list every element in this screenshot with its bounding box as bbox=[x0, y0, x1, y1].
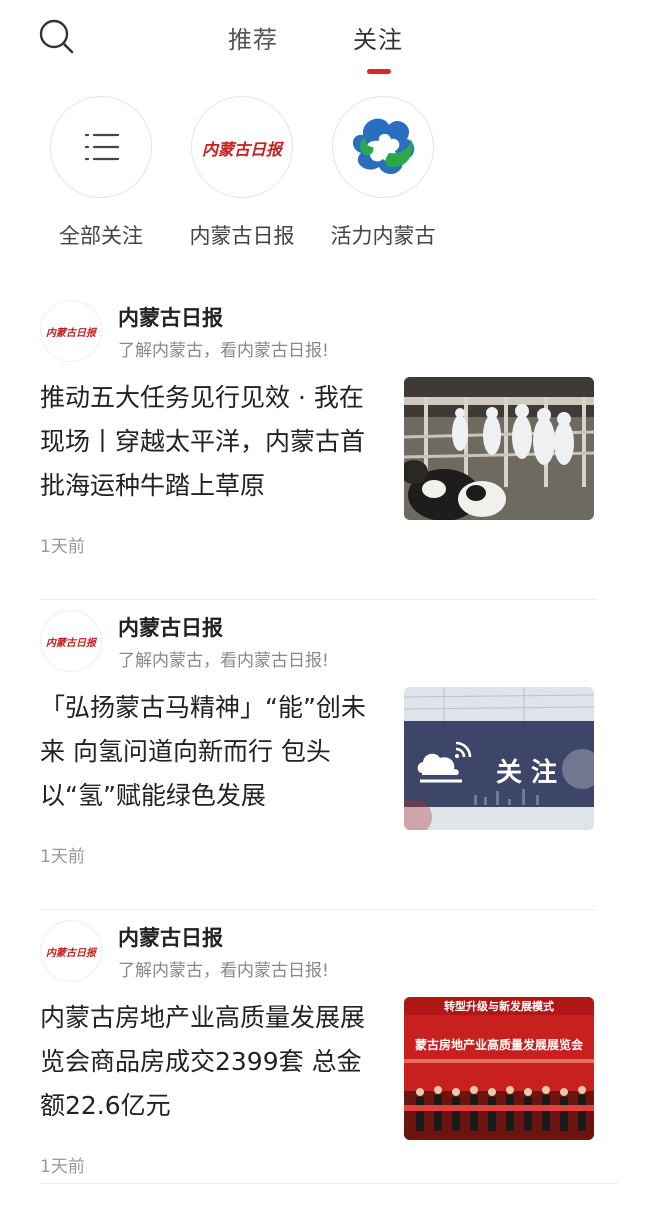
svg-text:转型升级与新发展模式: 转型升级与新发展模式 bbox=[444, 999, 554, 1013]
article-timestamp: 1天前 bbox=[40, 1157, 85, 1177]
cloud-logo-icon bbox=[343, 107, 423, 187]
svg-text:内蒙古日报: 内蒙古日报 bbox=[46, 327, 98, 339]
follow-promo-image: 关 注 bbox=[404, 687, 594, 830]
nmg-daily-logo: 内蒙古日报 bbox=[202, 140, 284, 159]
followed-nmg-daily[interactable]: 内蒙古日报 内蒙古日报 bbox=[172, 96, 312, 250]
feed-card[interactable]: 内蒙古日报 内蒙古日报 了解内蒙古，看内蒙古日报! 推动五大任务见行见效 · 我… bbox=[40, 290, 596, 600]
active-tab-indicator bbox=[367, 69, 391, 74]
source-description: 了解内蒙古，看内蒙古日报! bbox=[118, 341, 329, 361]
followed-all-label: 全部关注 bbox=[59, 224, 143, 248]
list-icon bbox=[84, 133, 120, 161]
article-timestamp: 1天前 bbox=[40, 847, 85, 867]
tab-recommend[interactable]: 推荐 bbox=[228, 20, 278, 55]
followed-vibrant-nmg[interactable]: 活力内蒙古 bbox=[313, 96, 453, 250]
tab-following[interactable]: 关注 bbox=[353, 20, 403, 55]
svg-text:蒙古房地产业高质量发展展览会: 蒙古房地产业高质量发展展览会 bbox=[415, 1037, 584, 1052]
source-description: 了解内蒙古，看内蒙古日报! bbox=[118, 651, 329, 671]
article-headline-text: 「弘扬蒙古马精神」“能”创未来 向氢问道向新而行 包头以“氢”赋能绿色发展 bbox=[40, 693, 366, 810]
nmg-daily-logo: 内蒙古日报 bbox=[46, 947, 98, 959]
article-timestamp: 1天前 bbox=[40, 537, 85, 557]
article-thumbnail[interactable] bbox=[404, 377, 594, 520]
followed-sources-row: 全部关注 内蒙古日报 内蒙古日报 活力内蒙古 bbox=[0, 96, 658, 266]
nmg-daily-logo: 内蒙古日报 bbox=[46, 327, 98, 339]
top-bar: 推荐 关注 bbox=[0, 0, 658, 86]
article-headline-text: 推动五大任务见行见效 · 我在现场丨穿越太平洋，内蒙古首批海运种牛踏上草原 bbox=[40, 383, 366, 500]
article-headline[interactable]: 推动五大任务见行见效 · 我在现场丨穿越太平洋，内蒙古首批海运种牛踏上草原 bbox=[40, 376, 382, 508]
feed-list: 内蒙古日报 内蒙古日报 了解内蒙古，看内蒙古日报! 推动五大任务见行见效 · 我… bbox=[40, 290, 596, 1219]
vibrant-nmg-avatar bbox=[332, 96, 434, 198]
article-thumbnail[interactable]: 关 注 bbox=[404, 687, 594, 830]
followed-nmg-daily-label: 内蒙古日报 bbox=[189, 224, 295, 248]
source-name[interactable]: 内蒙古日报 bbox=[118, 302, 223, 332]
cattle-barn-image bbox=[404, 377, 594, 520]
source-avatar[interactable]: 内蒙古日报 bbox=[40, 610, 102, 672]
feed-card[interactable]: 内蒙古日报 内蒙古日报 了解内蒙古，看内蒙古日报! 内蒙古房地产业高质量发展展览… bbox=[40, 910, 596, 1219]
source-name[interactable]: 内蒙古日报 bbox=[118, 922, 223, 952]
followed-vibrant-nmg-label: 活力内蒙古 bbox=[330, 224, 436, 248]
source-description: 了解内蒙古，看内蒙古日报! bbox=[118, 961, 329, 981]
nmg-daily-avatar: 内蒙古日报 bbox=[191, 96, 293, 198]
article-headline[interactable]: 「弘扬蒙古马精神」“能”创未来 向氢问道向新而行 包头以“氢”赋能绿色发展 bbox=[40, 686, 382, 818]
source-avatar[interactable]: 内蒙古日报 bbox=[40, 920, 102, 982]
search-icon[interactable] bbox=[38, 18, 76, 56]
feed-card[interactable]: 内蒙古日报 内蒙古日报 了解内蒙古，看内蒙古日报! 「弘扬蒙古马精神」“能”创未… bbox=[40, 600, 596, 910]
source-name[interactable]: 内蒙古日报 bbox=[118, 612, 223, 642]
article-headline-text: 内蒙古房地产业高质量发展展览会商品房成交2399套 总金额22.6亿元 bbox=[40, 1003, 366, 1120]
article-headline[interactable]: 内蒙古房地产业高质量发展展览会商品房成交2399套 总金额22.6亿元 bbox=[40, 996, 382, 1128]
svg-text:内蒙古日报: 内蒙古日报 bbox=[46, 947, 98, 959]
thumb-overlay-text: 关 注 bbox=[496, 757, 557, 788]
nmg-daily-logo: 内蒙古日报 bbox=[46, 637, 98, 649]
article-thumbnail[interactable]: 转型升级与新发展模式 蒙古房地产业高质量发展展览会 bbox=[404, 997, 594, 1140]
svg-text:内蒙古日报: 内蒙古日报 bbox=[202, 140, 284, 159]
feed-bottom-divider bbox=[40, 1183, 618, 1184]
expo-ceremony-image: 转型升级与新发展模式 蒙古房地产业高质量发展展览会 bbox=[404, 997, 594, 1140]
svg-text:内蒙古日报: 内蒙古日报 bbox=[46, 637, 98, 649]
all-follows-avatar bbox=[50, 96, 152, 198]
source-avatar[interactable]: 内蒙古日报 bbox=[40, 300, 102, 362]
followed-all[interactable]: 全部关注 bbox=[31, 96, 171, 250]
